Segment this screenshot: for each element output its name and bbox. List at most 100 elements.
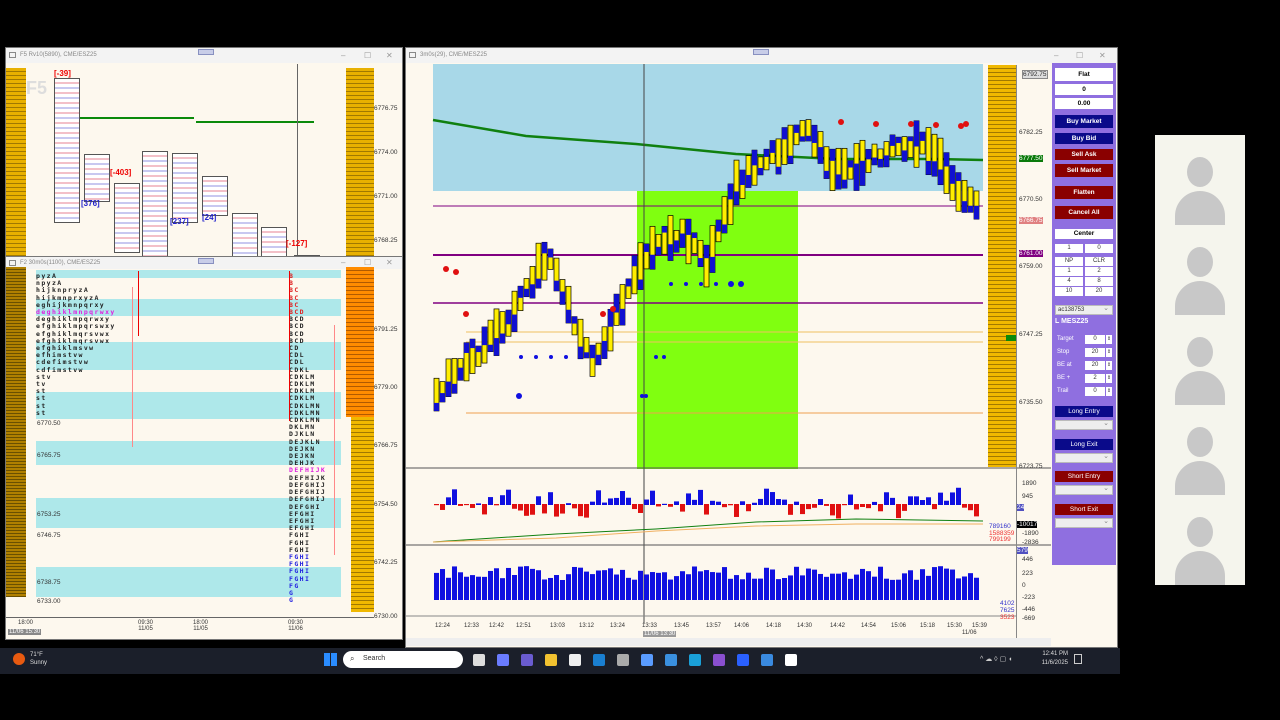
volume-bar bbox=[860, 568, 865, 600]
close-button[interactable]: ✕ bbox=[1099, 48, 1106, 63]
drag-handle[interactable] bbox=[753, 49, 769, 55]
buy-bid-button[interactable]: Buy Bid bbox=[1055, 133, 1113, 144]
short-exit-button[interactable]: Short Exit bbox=[1055, 504, 1113, 515]
tray-icons[interactable]: ^ ☁ ◊ ▢ ◖ bbox=[980, 655, 1012, 663]
weather-temp[interactable]: 71°F bbox=[30, 652, 43, 658]
signal-dot bbox=[699, 282, 703, 286]
sell-ask-button[interactable]: Sell Ask bbox=[1055, 149, 1113, 160]
title-bar[interactable]: 3m0s(29), CME/MESZ25 – ☐ ✕ bbox=[406, 48, 1117, 63]
volume-profile-right bbox=[346, 68, 374, 258]
settings-icon[interactable] bbox=[617, 654, 629, 666]
position-qty: 0 bbox=[1055, 84, 1113, 95]
copilot-icon[interactable] bbox=[497, 654, 509, 666]
quantity-preset-button[interactable]: 8 bbox=[1085, 277, 1113, 286]
minimize-button[interactable]: – bbox=[1054, 48, 1058, 63]
param-stepper[interactable]: 0 bbox=[1085, 335, 1105, 344]
outlook-icon[interactable] bbox=[593, 654, 605, 666]
chart-app-icon[interactable] bbox=[761, 654, 773, 666]
long-entry-button[interactable]: Long Entry bbox=[1055, 406, 1113, 417]
candle-segment bbox=[530, 284, 535, 299]
delta-bar bbox=[800, 504, 805, 515]
quantity-preset-button[interactable]: NP bbox=[1055, 257, 1083, 266]
candle-segment bbox=[554, 280, 559, 291]
volume-bar bbox=[710, 572, 715, 600]
candle-segment bbox=[452, 383, 457, 394]
account-select[interactable]: ac138753 bbox=[1055, 304, 1113, 315]
short-exit-select[interactable] bbox=[1055, 517, 1113, 528]
volume-bar bbox=[908, 570, 913, 600]
delta-bar bbox=[974, 504, 979, 517]
delta-bar bbox=[842, 504, 847, 506]
param-stepper[interactable]: 0 bbox=[1085, 387, 1105, 396]
buy-market-button[interactable]: Buy Market bbox=[1055, 115, 1113, 128]
long-exit-button[interactable]: Long Exit bbox=[1055, 439, 1113, 450]
range-line bbox=[138, 271, 139, 336]
copilot-app-icon[interactable] bbox=[641, 654, 653, 666]
stepper-arrows[interactable]: ⇕ bbox=[1106, 387, 1112, 396]
delta-bar bbox=[926, 497, 931, 505]
notification-icon[interactable] bbox=[1074, 654, 1082, 664]
short-entry-button[interactable]: Short Entry bbox=[1055, 471, 1113, 482]
signal-dot bbox=[453, 269, 459, 275]
trading-app-icon[interactable] bbox=[737, 654, 749, 666]
param-stepper[interactable]: 20 bbox=[1085, 348, 1105, 357]
center-button[interactable]: Center bbox=[1055, 229, 1113, 239]
remote-desktop-icon[interactable] bbox=[665, 654, 677, 666]
sell-market-button[interactable]: Sell Market bbox=[1055, 164, 1113, 177]
search-box[interactable]: ⌕ Search bbox=[343, 651, 463, 668]
quantity-stepper[interactable]: 1 bbox=[1055, 244, 1083, 253]
footprint-window: F5 Rv10(5890), CME/ESZ25 – ☐ ✕ F5 6776.75 6… bbox=[5, 47, 403, 266]
quantity-preset-button[interactable]: 1 bbox=[1055, 267, 1083, 276]
maximize-button[interactable]: ☐ bbox=[1076, 48, 1083, 63]
minimize-button[interactable]: – bbox=[341, 48, 345, 63]
quantity-preset-button[interactable]: CLR bbox=[1085, 257, 1113, 266]
minimize-button[interactable]: – bbox=[341, 257, 345, 269]
notepad-icon[interactable] bbox=[785, 654, 797, 666]
close-button[interactable]: ✕ bbox=[386, 257, 393, 269]
maximize-button[interactable]: ☐ bbox=[364, 48, 371, 63]
clock-time[interactable]: 12:41 PM bbox=[1038, 651, 1068, 657]
flatten-button[interactable]: Flatten bbox=[1055, 186, 1113, 199]
stepper-arrows[interactable]: ⇕ bbox=[1106, 374, 1112, 383]
time-tick: 13:33 bbox=[642, 623, 658, 629]
teams-icon[interactable] bbox=[521, 654, 533, 666]
param-stepper[interactable]: 2 bbox=[1085, 374, 1105, 383]
long-exit-select[interactable] bbox=[1055, 452, 1113, 463]
time-tick: 13:03 bbox=[550, 623, 566, 629]
clock-date[interactable]: 11/6/2025 bbox=[1033, 660, 1068, 666]
quantity-preset-button[interactable]: 20 bbox=[1085, 287, 1113, 296]
store-icon[interactable] bbox=[569, 654, 581, 666]
folder-icon[interactable] bbox=[545, 654, 557, 666]
title-bar[interactable]: F2 30m0s(1100), CME/ESZ25– ☐ ✕ bbox=[6, 257, 402, 269]
quantity-preset-button[interactable]: 2 bbox=[1085, 267, 1113, 276]
file-explorer-icon[interactable] bbox=[473, 654, 485, 666]
signal-dot bbox=[564, 355, 568, 359]
stepper-arrows[interactable]: ⇕ bbox=[1106, 361, 1112, 370]
cancel-all-button[interactable]: Cancel All bbox=[1055, 206, 1113, 219]
price-chart[interactable] bbox=[406, 64, 1051, 639]
candle-segment bbox=[860, 160, 865, 186]
start-icon[interactable] bbox=[324, 653, 337, 666]
quantity-preset-button[interactable]: 4 bbox=[1055, 277, 1083, 286]
stepper-arrows[interactable]: ⇕ bbox=[1106, 348, 1112, 357]
edge-icon[interactable] bbox=[689, 654, 701, 666]
candle-segment bbox=[800, 136, 805, 142]
quantity-field[interactable]: 0 bbox=[1085, 244, 1113, 253]
candle-segment bbox=[962, 201, 967, 213]
param-stepper[interactable]: 20 bbox=[1085, 361, 1105, 370]
drag-handle[interactable] bbox=[198, 258, 214, 264]
close-button[interactable]: ✕ bbox=[386, 48, 393, 63]
long-entry-select[interactable] bbox=[1055, 419, 1113, 430]
volume-bar bbox=[590, 574, 595, 600]
horizontal-scrollbar[interactable] bbox=[406, 638, 1051, 646]
quantity-preset-button[interactable]: 10 bbox=[1055, 287, 1083, 296]
visual-studio-icon[interactable] bbox=[713, 654, 725, 666]
stepper-arrows[interactable]: ⇕ bbox=[1106, 335, 1112, 344]
drag-handle[interactable] bbox=[198, 49, 214, 55]
value-area-zone bbox=[433, 64, 983, 191]
title-bar[interactable]: F5 Rv10(5890), CME/ESZ25 – ☐ ✕ bbox=[6, 48, 402, 63]
weather-text[interactable]: Sunny bbox=[30, 660, 47, 666]
short-entry-select[interactable] bbox=[1055, 484, 1113, 495]
delta-bar bbox=[542, 504, 547, 514]
signal-dot bbox=[738, 281, 744, 287]
